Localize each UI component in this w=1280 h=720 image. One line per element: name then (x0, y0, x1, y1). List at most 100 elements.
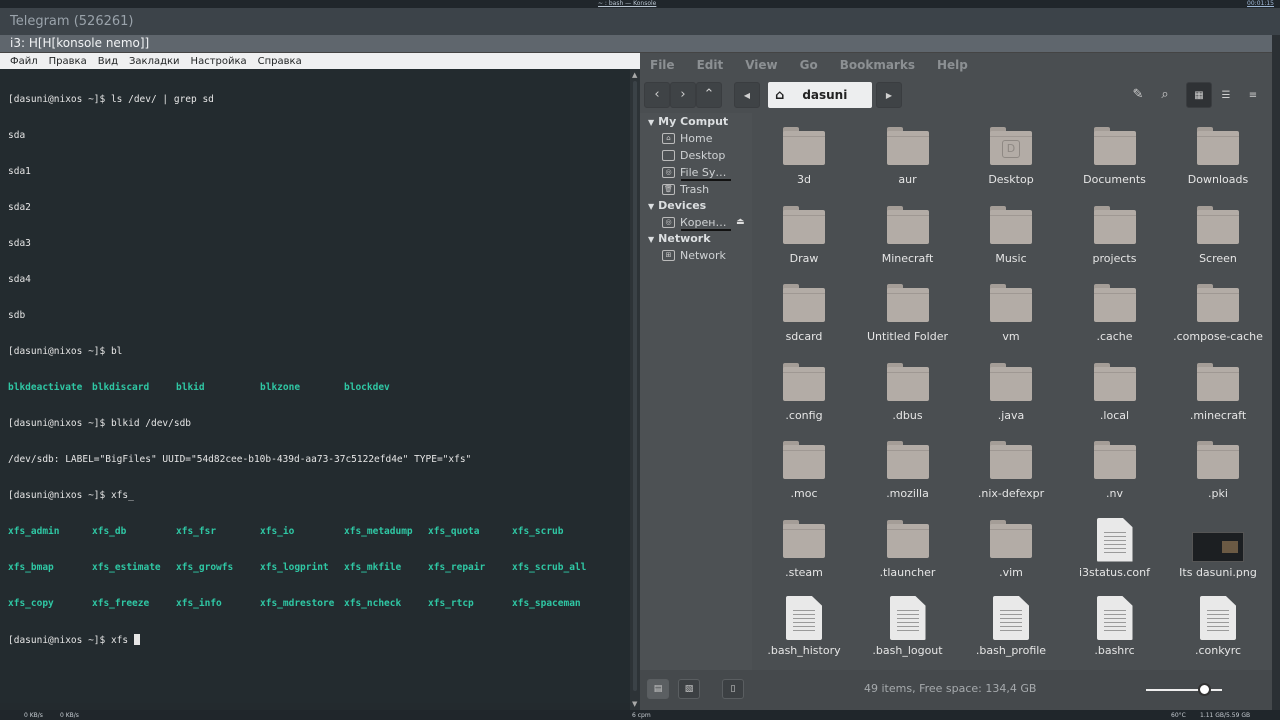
chevron-up-icon: ⌃ (703, 87, 715, 102)
file-item[interactable]: Music (961, 196, 1061, 268)
file-item[interactable]: .tlauncher (858, 510, 958, 582)
file-item[interactable]: .conkyrc (1168, 588, 1268, 660)
triangle-right-icon: ▶ (885, 91, 893, 100)
icon-view-button[interactable]: ▦ (1186, 82, 1212, 108)
eject-icon[interactable]: ⏏ (736, 217, 745, 227)
sidebar-item-home[interactable]: ⌂ Home (662, 132, 712, 145)
menu-edit[interactable]: Edit (697, 58, 724, 72)
sidebar-item-root-device[interactable]: ◎ Корен… (662, 216, 731, 231)
file-item[interactable]: sdcard (754, 274, 854, 346)
menu-help[interactable]: Справка (258, 56, 302, 67)
terminal-output[interactable]: [dasuni@nixos ~]$ ls /dev/ | grep sd sda… (0, 69, 630, 703)
scroll-up-icon[interactable]: ▲ (632, 71, 637, 79)
sidebar-section-network[interactable]: ▼ Network (648, 232, 711, 245)
focused-window-title[interactable]: ~ : bash — Konsole (598, 0, 656, 7)
file-item[interactable]: .nix-defexpr (961, 431, 1061, 503)
file-item[interactable]: D Desktop (961, 117, 1061, 189)
terminal-line: sda4 (8, 274, 31, 285)
back-button[interactable]: ‹ (644, 82, 670, 108)
file-item[interactable]: Screen (1168, 196, 1268, 268)
file-item[interactable]: projects (1065, 196, 1165, 268)
menu-file[interactable]: File (650, 58, 675, 72)
file-item[interactable]: Downloads (1168, 117, 1268, 189)
file-item[interactable]: .compose-cache (1168, 274, 1268, 346)
file-item[interactable]: .local (1065, 353, 1165, 425)
file-item[interactable]: .vim (961, 510, 1061, 582)
completion-item: xfs_freeze (92, 598, 150, 609)
file-item[interactable]: .steam (754, 510, 854, 582)
telegram-window-title[interactable]: Telegram (526261) (0, 8, 1280, 35)
terminal-scrollbar[interactable]: ▲ ▼ (630, 69, 640, 710)
search-button[interactable]: ⌕ (1152, 82, 1178, 108)
path-right-button[interactable]: ▶ (876, 82, 902, 108)
file-item[interactable]: .bash_logout (858, 588, 958, 660)
file-label: 3d (797, 173, 811, 186)
zoom-slider-handle[interactable] (1197, 683, 1211, 696)
menu-bookmarks[interactable]: Bookmarks (840, 58, 915, 72)
file-item[interactable]: 3d (754, 117, 854, 189)
forward-button[interactable]: › (670, 82, 696, 108)
sidebar-item-network[interactable]: ⊞ Network (662, 249, 726, 262)
show-places-button[interactable]: ▤ (647, 679, 669, 699)
up-button[interactable]: ⌃ (696, 82, 722, 108)
file-item[interactable]: vm (961, 274, 1061, 346)
sidebar-item-filesystem[interactable]: ◎ File Sy… (662, 166, 731, 181)
path-home-button[interactable]: ⌂ dasuni (768, 82, 872, 108)
compact-view-button[interactable]: ≡ (1240, 82, 1266, 108)
terminal-line: sda2 (8, 202, 31, 213)
file-label: aur (898, 173, 917, 186)
file-item[interactable]: Documents (1065, 117, 1165, 189)
file-item[interactable]: .bashrc (1065, 588, 1165, 660)
menu-settings[interactable]: Настройка (191, 56, 247, 67)
menu-edit[interactable]: Правка (49, 56, 87, 67)
file-item[interactable]: .cache (1065, 274, 1165, 346)
list-view-button[interactable]: ☰ (1213, 82, 1239, 108)
network-icon: ⊞ (662, 250, 675, 261)
file-item[interactable]: aur (858, 117, 958, 189)
path-left-button[interactable]: ◀ (734, 82, 760, 108)
i3-container-title[interactable]: i3: H[H[konsole nemo]] (0, 35, 1272, 53)
text-file-icon (1096, 517, 1133, 562)
terminal-prompt-line[interactable]: [dasuni@nixos ~]$ xfs (8, 634, 630, 646)
file-item[interactable]: Untitled Folder (858, 274, 958, 346)
toggle-sidebar-button[interactable]: ▯ (722, 679, 744, 699)
menu-bookmarks[interactable]: Закладки (129, 56, 180, 67)
file-item[interactable]: .moc (754, 431, 854, 503)
menu-help[interactable]: Help (937, 58, 968, 72)
file-item[interactable]: .nv (1065, 431, 1165, 503)
menu-file[interactable]: Файл (10, 56, 38, 67)
expand-triangle-icon: ▼ (648, 202, 655, 211)
file-label: Music (995, 251, 1027, 265)
sidebar-section-my-computer[interactable]: ▼ My Comput (648, 115, 728, 128)
sidebar-item-label: Home (680, 132, 713, 145)
folder-icon (783, 519, 825, 558)
sidebar-item-trash[interactable]: 🗑 Trash (662, 183, 709, 196)
file-item[interactable]: .minecraft (1168, 353, 1268, 425)
file-label: .nix-defexpr (977, 487, 1045, 500)
net-up: 0 KB/s (60, 712, 79, 719)
sidebar-section-devices[interactable]: ▼ Devices (648, 199, 706, 212)
sidebar-item-desktop[interactable]: Desktop (662, 149, 725, 162)
file-item[interactable]: .dbus (858, 353, 958, 425)
file-item[interactable]: .java (961, 353, 1061, 425)
completion-row: xfs_admin xfs_db xfs_fsr xfs_io xfs_meta… (8, 526, 630, 538)
file-item[interactable]: .bash_profile (961, 588, 1061, 660)
file-item[interactable]: .pki (1168, 431, 1268, 503)
show-tree-button[interactable]: ▧ (678, 679, 700, 699)
file-item[interactable]: i3status.conf (1065, 510, 1165, 582)
file-item[interactable]: Minecraft (858, 196, 958, 268)
file-item[interactable]: .bash_history (754, 588, 854, 660)
nemo-toolbar: ‹ › ⌃ ◀ ⌂ dasuni ▶ ✎ ⌕ ▦ ☰ ≡ (640, 79, 1272, 111)
menu-view[interactable]: View (745, 58, 777, 72)
menu-go[interactable]: Go (800, 58, 818, 72)
folder-icon (1197, 205, 1239, 244)
file-item[interactable]: .mozilla (858, 431, 958, 503)
scroll-down-icon[interactable]: ▼ (632, 700, 637, 708)
location-toggle-button[interactable]: ✎ (1125, 82, 1151, 108)
file-item[interactable]: Draw (754, 196, 854, 268)
file-item[interactable]: Its dasuni.png (1168, 510, 1268, 582)
scrollbar-thumb[interactable] (633, 81, 637, 691)
menu-view[interactable]: Вид (98, 56, 118, 67)
zoom-slider[interactable] (1146, 689, 1222, 691)
file-item[interactable]: .config (754, 353, 854, 425)
